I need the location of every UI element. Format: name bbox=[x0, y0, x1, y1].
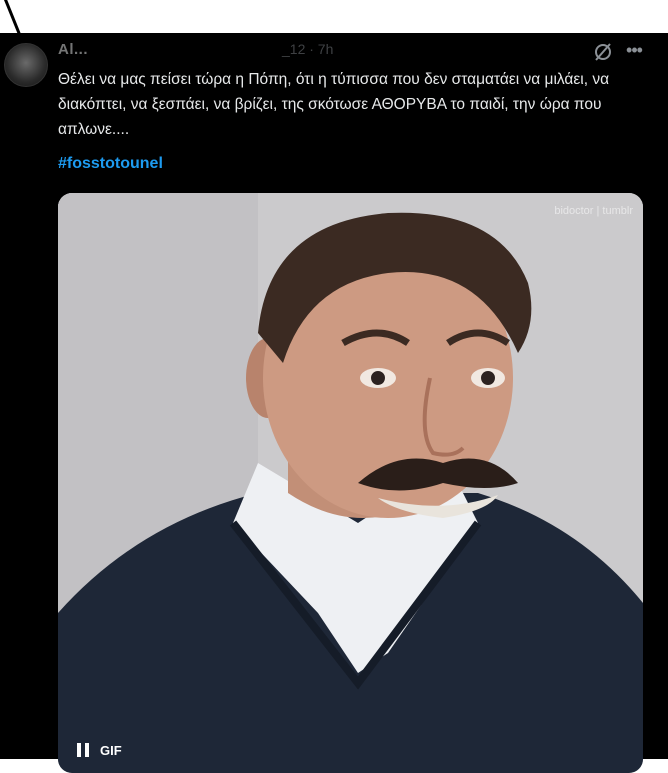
gif-badge: GIF bbox=[100, 742, 122, 758]
watermark-text: bidoctor | tumblr bbox=[554, 205, 633, 217]
top-strip bbox=[0, 0, 668, 38]
author-name[interactable]: Al... bbox=[58, 41, 88, 58]
tweet-card[interactable]: Al... _12 · 7h ••• Θέλει να μας πείσει τ… bbox=[0, 33, 668, 773]
gif-media[interactable]: bidoctor | tumblr GIF bbox=[58, 193, 643, 773]
gif-controls: GIF bbox=[76, 742, 122, 758]
more-dots-icon[interactable]: ••• bbox=[623, 41, 645, 63]
tweet-text: Θέλει να μας πείσει τώρα η Πόπη, ότι η τ… bbox=[58, 71, 614, 138]
slashed-circle-icon[interactable] bbox=[592, 41, 614, 63]
pause-icon[interactable] bbox=[76, 742, 90, 758]
tweet-meta: _12 · 7h bbox=[282, 41, 334, 57]
hashtag-link[interactable]: #fosstotounel bbox=[58, 155, 163, 173]
pen-stroke-mark bbox=[4, 0, 22, 38]
portrait-image bbox=[58, 193, 643, 773]
user-avatar[interactable] bbox=[4, 43, 48, 87]
